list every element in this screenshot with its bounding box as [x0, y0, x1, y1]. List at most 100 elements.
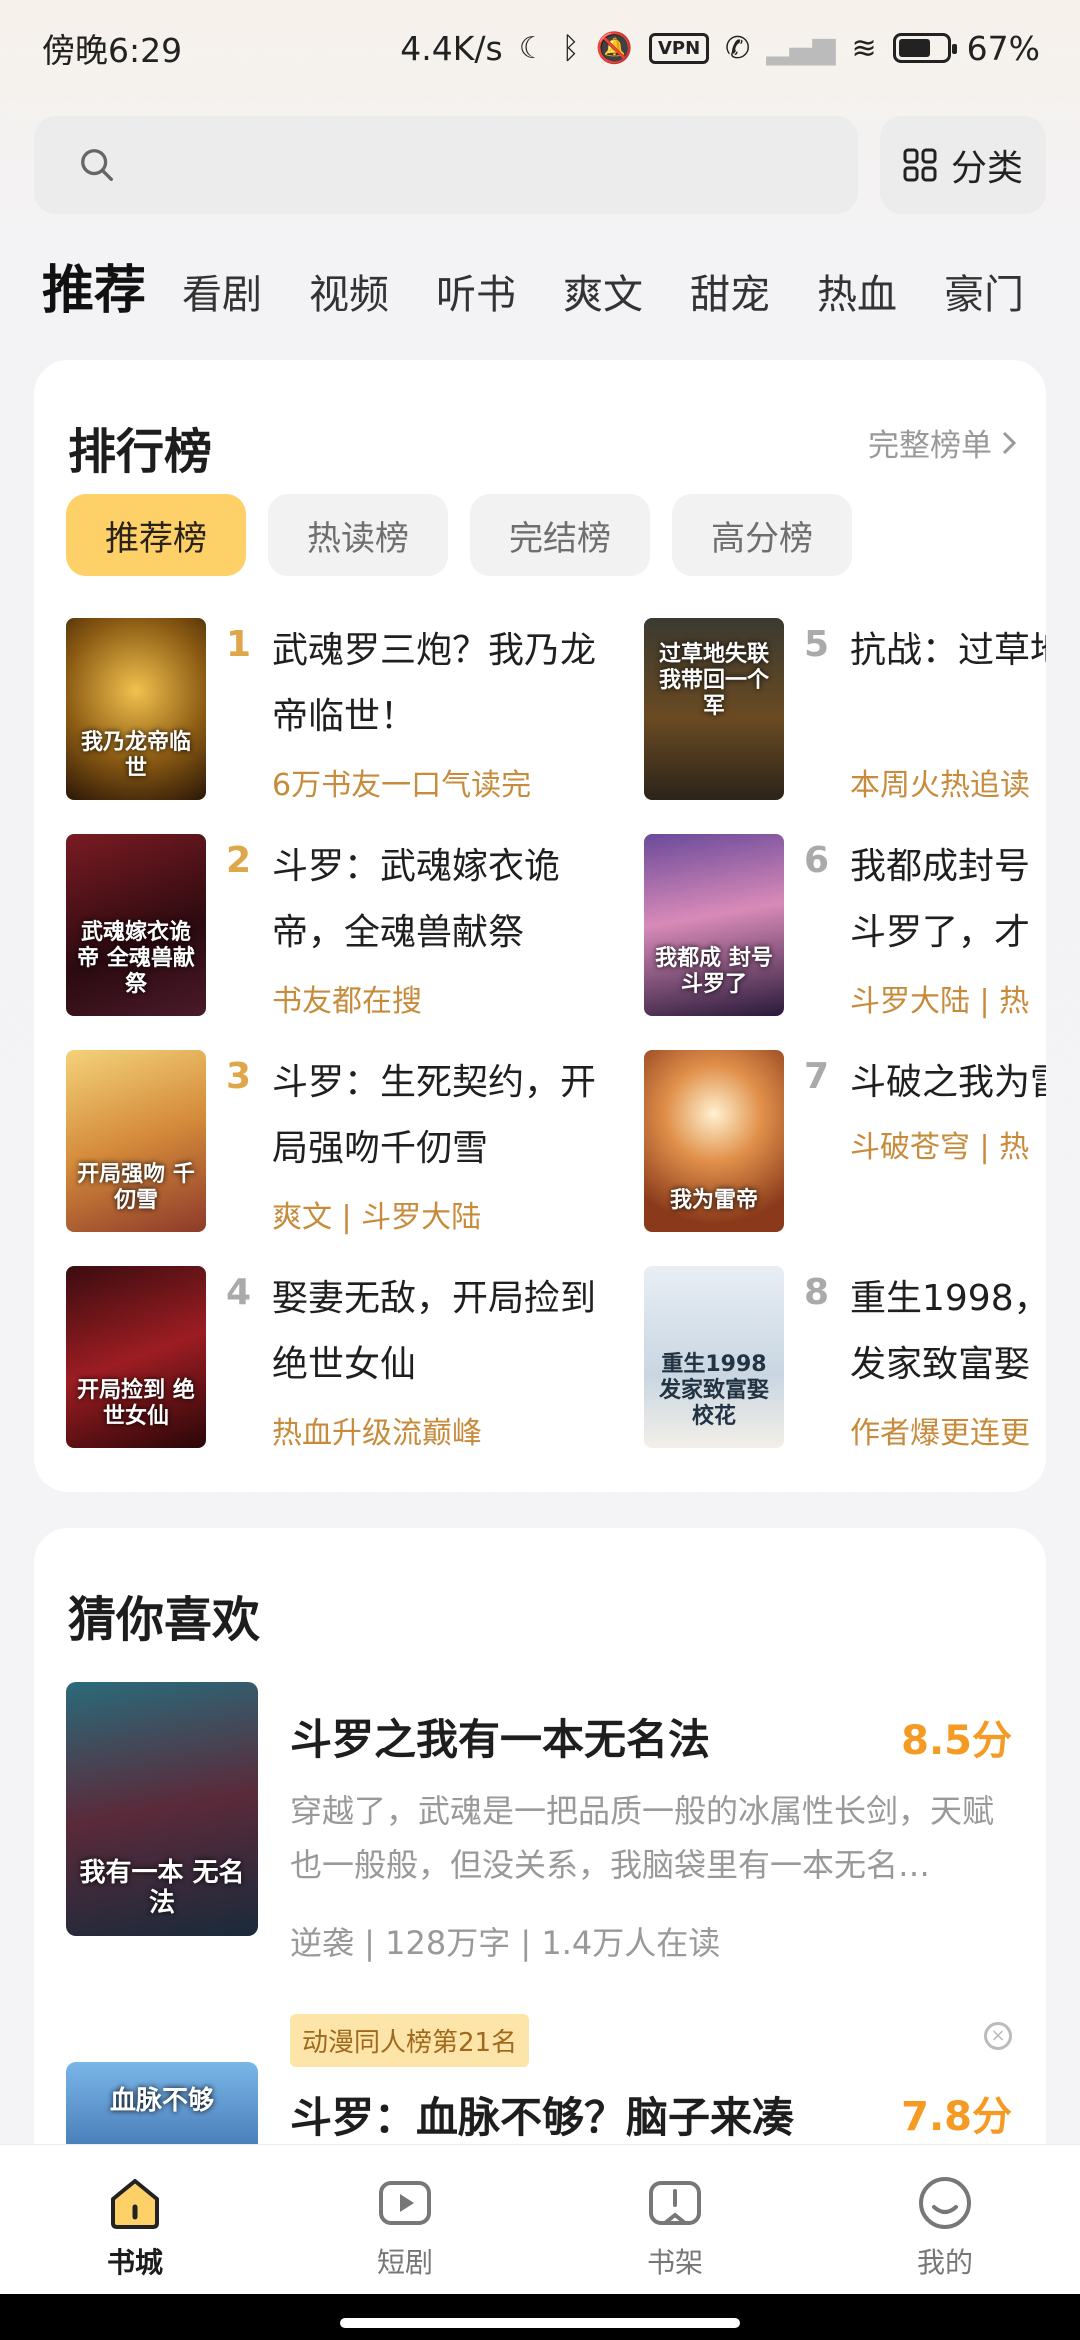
- chip-recommend-rank[interactable]: 推荐榜: [66, 494, 246, 576]
- book-cover: 重生1998 发家致富娶校花: [644, 1266, 784, 1448]
- nav-short-drama[interactable]: 短剧: [270, 2145, 540, 2294]
- rank-number: 2: [226, 840, 252, 881]
- ranking-item[interactable]: 我乃龙帝临世 1 武魂罗三炮？我乃龙帝临世！ 6万书友一口气读完: [66, 618, 626, 803]
- network-speed: 4.4K/s: [400, 28, 503, 68]
- search-input[interactable]: [116, 116, 858, 214]
- book-cover: 我为雷帝: [644, 1050, 784, 1232]
- book-cover: 我乃龙帝临世: [66, 618, 206, 800]
- moon-icon: ☾: [518, 30, 546, 66]
- status-time: 傍晚6:29: [42, 31, 183, 70]
- ranking-chips: 推荐榜 热读榜 完结榜 高分榜: [66, 494, 852, 576]
- chip-completed-rank[interactable]: 完结榜: [470, 494, 650, 576]
- book-subtitle: 书友都在搜: [272, 984, 422, 1019]
- ranking-title: 排行榜: [68, 424, 213, 480]
- book-cover: 我都成 封号斗罗了: [644, 834, 784, 1016]
- book-title: 我都成封号斗罗了，才来系统: [850, 846, 1031, 953]
- rank-number: 1: [226, 624, 252, 665]
- rank-number: 5: [804, 624, 830, 665]
- book-subtitle: 6万书友一口气读完: [272, 768, 532, 803]
- nav-label: 短剧: [376, 2246, 433, 2279]
- full-list-label: 完整榜单: [868, 428, 992, 464]
- play-video-icon: [379, 2181, 431, 2225]
- book-subtitle: 爽文 | 斗罗大陆: [272, 1200, 482, 1235]
- close-icon[interactable]: ×: [984, 2022, 1012, 2050]
- rank-number: 4: [226, 1272, 252, 1313]
- book-title: 武魂罗三炮？我乃龙帝临世！: [272, 630, 597, 737]
- nav-label: 书架: [646, 2246, 703, 2279]
- chevron-right-icon: [1002, 431, 1017, 454]
- book-subtitle: 作者爆更连更: [850, 1416, 1030, 1451]
- status-icons: 4.4K/s ☾ ᛒ 🔕 VPN ✆ ▂▄▆ ≋ 67%: [400, 29, 1040, 68]
- book-description: 穿越了，武魂是一把品质一般的冰属性长剑，天赋也一般般，但没关系，我脑袋里有一本无…: [290, 1792, 995, 1884]
- wifi-icon: ≋: [851, 30, 877, 66]
- ranking-item[interactable]: 过草地失联 我带回一个军 5 抗战：过草地失联，我带回一个军 本周火热追读: [644, 618, 1046, 803]
- book-subtitle: 斗破苍穹 | 热: [850, 1130, 1030, 1165]
- book-cover: 开局强吻 千仞雪: [66, 1050, 206, 1232]
- signal-icon: ▂▄▆: [766, 30, 836, 66]
- book-subtitle: 本周火热追读: [850, 768, 1030, 803]
- tab-audiobook[interactable]: 听书: [436, 262, 516, 320]
- ranking-item[interactable]: 我都成 封号斗罗了 6 我都成封号斗罗了，才来系统 斗罗大陆 | 热: [644, 834, 1046, 1019]
- gesture-handle[interactable]: [340, 2318, 740, 2328]
- home-icon: [111, 2179, 159, 2229]
- book-title: 娶妻无敌，开局捡到绝世女仙: [272, 1278, 597, 1385]
- vpn-icon: VPN: [648, 32, 710, 64]
- search-icon: [81, 149, 113, 181]
- book-cover: 过草地失联 我带回一个军: [644, 618, 784, 800]
- ranking-item[interactable]: 重生1998 发家致富娶校花 8 重生1998，发家致富娶校花 作者爆更连更: [644, 1266, 1046, 1451]
- tab-thrill[interactable]: 爽文: [563, 262, 643, 320]
- tab-romance[interactable]: 甜宠: [690, 262, 770, 320]
- ranking-item[interactable]: 武魂嫁衣诡帝 全魂兽献祭 2 斗罗：武魂嫁衣诡帝，全魂兽献祭 书友都在搜: [66, 834, 626, 1019]
- book-cover: 我有一本 无名法: [66, 1682, 258, 1936]
- ranking-item[interactable]: 开局强吻 千仞雪 3 斗罗：生死契约，开局强吻千仞雪 爽文 | 斗罗大陆: [66, 1050, 626, 1235]
- book-title: 斗罗：武魂嫁衣诡帝，全魂兽献祭: [272, 846, 561, 953]
- book-title: 斗破之我为雷帝: [850, 1062, 1046, 1103]
- rank-badge: 动漫同人榜第21名: [290, 2014, 530, 2067]
- rank-number: 7: [804, 1056, 830, 1097]
- guess-title: 猜你喜欢: [68, 1592, 261, 1648]
- tab-video[interactable]: 视频: [309, 262, 389, 320]
- nav-bookshelf[interactable]: 书架: [540, 2145, 810, 2294]
- bookshelf-icon: [649, 2181, 701, 2225]
- nav-profile[interactable]: 我的: [810, 2145, 1080, 2294]
- ranking-item[interactable]: 开局捡到 绝世女仙 4 娶妻无敌，开局捡到绝世女仙 热血升级流巅峰: [66, 1266, 626, 1451]
- chip-hot-read-rank[interactable]: 热读榜: [268, 494, 448, 576]
- book-score: 8.5分: [901, 1718, 1012, 1764]
- status-bar: 傍晚6:29 4.4K/s ☾ ᛒ 🔕 VPN ✆ ▂▄▆ ≋ 67%: [0, 0, 1080, 96]
- battery-percent: 67%: [966, 28, 1040, 68]
- smile-face-icon: [919, 2177, 971, 2229]
- full-list-link[interactable]: 完整榜单: [868, 420, 1018, 465]
- search-box[interactable]: [34, 116, 858, 214]
- nav-label: 书城: [106, 2246, 163, 2279]
- rank-number: 6: [804, 840, 830, 881]
- book-meta: 逆袭 | 128万字 | 1.4万人在读: [290, 1924, 721, 1962]
- book-cover: 武魂嫁衣诡帝 全魂兽献祭: [66, 834, 206, 1016]
- bluetooth-icon: ᛒ: [561, 30, 580, 66]
- bottom-nav: 书城 短剧 书架 我的: [0, 2144, 1080, 2294]
- search-row: 分类: [34, 116, 1046, 214]
- tab-wealthy[interactable]: 豪门: [944, 262, 1024, 320]
- nav-bookstore[interactable]: 书城: [0, 2145, 270, 2294]
- book-cover: 开局捡到 绝世女仙: [66, 1266, 206, 1448]
- book-title: 斗罗：血脉不够？脑子来凑: [290, 2093, 795, 2142]
- book-subtitle: 热血升级流巅峰: [272, 1416, 482, 1451]
- book-subtitle: 斗罗大陆 | 热: [850, 984, 1030, 1019]
- gesture-area: [0, 2294, 1080, 2340]
- channel-tabs: 推荐 看剧 视频 听书 爽文 甜宠 热血 豪门: [42, 248, 1080, 328]
- rank-number: 3: [226, 1056, 252, 1097]
- category-label: 分类: [950, 148, 1023, 189]
- battery-icon: [892, 33, 957, 63]
- book-title: 斗罗：生死契约，开局强吻千仞雪: [272, 1062, 597, 1169]
- tab-drama[interactable]: 看剧: [182, 262, 262, 320]
- book-title: 抗战：过草地失联，我带回一个军: [850, 630, 1046, 671]
- tab-recommend[interactable]: 推荐: [42, 248, 146, 323]
- mute-bell-icon: 🔕: [595, 30, 633, 66]
- category-button[interactable]: 分类: [880, 116, 1046, 214]
- book-score: 7.8分: [901, 2094, 1012, 2140]
- nav-label: 我的: [916, 2246, 973, 2279]
- book-title: 斗罗之我有一本无名法: [290, 1715, 711, 1764]
- tab-action[interactable]: 热血: [817, 262, 897, 320]
- ranking-card: 排行榜 完整榜单 推荐榜 热读榜 完结榜 高分榜 我乃龙帝临世 1 武魂罗三炮？…: [34, 360, 1046, 1492]
- ranking-item[interactable]: 我为雷帝 7 斗破之我为雷帝 斗破苍穹 | 热: [644, 1050, 1046, 1232]
- chip-high-score-rank[interactable]: 高分榜: [672, 494, 852, 576]
